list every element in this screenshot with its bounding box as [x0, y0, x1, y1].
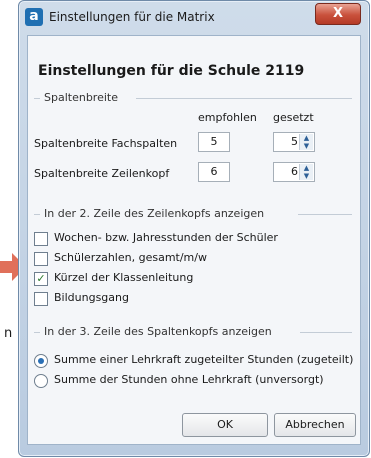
window-title: Einstellungen für die Matrix	[49, 10, 215, 24]
title-bar[interactable]: a Einstellungen für die Matrix X	[19, 1, 369, 35]
radio-selected-dot	[38, 358, 44, 364]
stepper-value: 6	[291, 165, 298, 178]
option-label-assigned-hours: Summe einer Lehrkraft zugeteilter Stunde…	[54, 353, 354, 366]
side-text: n	[4, 326, 13, 341]
group-rule	[34, 98, 40, 99]
recommended-row-header: 6	[198, 162, 230, 182]
group-rule	[34, 332, 40, 333]
column-header-set: gesetzt	[273, 111, 314, 124]
recommended-subject-columns: 5	[198, 132, 230, 152]
checkbox-education-track[interactable]	[34, 292, 48, 306]
column-header-recommended: empfohlen	[198, 111, 257, 124]
set-row-header-stepper[interactable]: 6 ▲ ▼	[273, 162, 315, 182]
stepper-down-icon[interactable]: ▼	[300, 172, 313, 180]
group-rule	[298, 214, 352, 215]
app-logo-icon: a	[25, 8, 43, 26]
radio-assigned-hours[interactable]	[34, 354, 48, 368]
stepper-value: 5	[291, 135, 298, 148]
ok-button[interactable]: OK	[182, 413, 268, 437]
set-subject-columns-stepper[interactable]: 5 ▲ ▼	[273, 132, 315, 152]
stepper-down-icon[interactable]: ▼	[300, 142, 313, 150]
close-button[interactable]: X	[315, 3, 361, 25]
cancel-button[interactable]: Abbrechen	[274, 413, 356, 437]
option-label-student-counts: Schülerzahlen, gesamt/m/w	[54, 251, 207, 264]
dialog-content: Einstellungen für die Schule 2119 Spalte…	[27, 35, 361, 445]
stepper-arrows: ▲ ▼	[299, 134, 313, 150]
stepper-arrows: ▲ ▼	[299, 164, 313, 180]
dialog-heading: Einstellungen für die Schule 2119	[38, 63, 305, 79]
group-label-row-header: In der 2. Zeile des Zeilenkopfs anzeigen	[44, 207, 265, 220]
row-label-subject-columns: Spaltenbreite Fachspalten	[34, 137, 178, 150]
group-rule	[136, 98, 352, 99]
option-label-weekly-hours: Wochen- bzw. Jahresstunden der Schüler	[54, 231, 278, 244]
option-label-class-teacher: Kürzel der Klassenleitung	[54, 271, 194, 284]
stepper-up-icon[interactable]: ▲	[300, 164, 313, 172]
radio-unassigned-hours[interactable]	[34, 374, 48, 388]
group-rule	[300, 332, 352, 333]
option-label-education-track: Bildungsgang	[54, 291, 129, 304]
group-label-column-width: Spaltenbreite	[44, 91, 118, 104]
group-rule	[34, 214, 40, 215]
row-label-row-header: Spaltenbreite Zeilenkopf	[34, 167, 170, 180]
settings-dialog-window: a Einstellungen für die Matrix X Einstel…	[18, 0, 370, 457]
checkbox-weekly-hours[interactable]	[34, 232, 48, 246]
option-label-unassigned-hours: Summe der Stunden ohne Lehrkraft (unvers…	[54, 373, 324, 386]
group-label-column-header: In der 3. Zeile des Spaltenkopfs anzeige…	[44, 325, 272, 338]
stepper-up-icon[interactable]: ▲	[300, 134, 313, 142]
checkbox-student-counts[interactable]	[34, 252, 48, 266]
checkbox-class-teacher[interactable]: ✓	[34, 272, 48, 286]
